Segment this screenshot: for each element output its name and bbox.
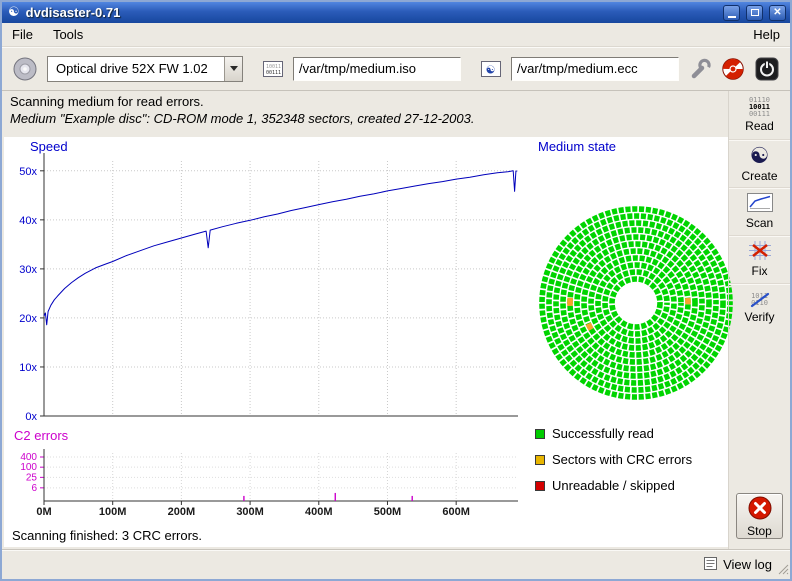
legend-swatch (535, 481, 545, 491)
menu-file[interactable]: File (12, 27, 33, 42)
close-button[interactable]: ✕ (769, 5, 786, 21)
content-area: Scanning medium for read errors. Medium … (2, 91, 790, 549)
menu-tools[interactable]: Tools (53, 27, 83, 42)
svg-text:50x: 50x (19, 166, 37, 178)
drive-selector-dropdown-button[interactable] (224, 57, 242, 81)
fix-stitch-icon (749, 241, 771, 263)
legend-label: Successfully read (552, 426, 654, 441)
svg-text:200M: 200M (168, 506, 196, 518)
ecc-file-icon: ☯ (480, 58, 502, 80)
ecc-file-input[interactable] (511, 57, 679, 81)
verify-button[interactable]: 1011 0110 Verify (729, 283, 790, 331)
verify-button-label: Verify (744, 310, 774, 324)
app-logo-yinyang-icon: ☯ (8, 6, 20, 19)
read-button-label: Read (745, 119, 774, 133)
svg-text:100: 100 (20, 462, 37, 473)
fix-button-label: Fix (752, 264, 768, 278)
disc-svg (534, 201, 738, 405)
ecc-lifebuoy-disc-button[interactable] (721, 57, 745, 81)
view-log-button[interactable]: View log (723, 557, 772, 572)
create-button-label: Create (741, 169, 777, 183)
c2-chart-title: C2 errors (14, 428, 68, 443)
svg-text:300M: 300M (236, 506, 264, 518)
statusbar: View log (2, 549, 790, 579)
app-window: ☯ dvdisaster-0.71 ✕ File Tools Help Opti… (0, 0, 792, 581)
chevron-down-icon (230, 66, 238, 71)
drive-selector[interactable]: Optical drive 52X FW 1.02 (47, 56, 243, 82)
scan-icon (747, 193, 773, 215)
verify-icon: 1011 0110 (749, 291, 771, 309)
drawing-canvas: 0M 100M 200M 300M 400M 500M 600M 0x 10x 20x 30x 40x… (4, 137, 728, 547)
read-button[interactable]: 01110 10011 00111 Read (729, 91, 790, 139)
legend-item-unreadable: Unreadable / skipped (535, 478, 692, 493)
legend-item-crc: Sectors with CRC errors (535, 452, 692, 467)
svg-text:30x: 30x (19, 264, 37, 276)
resize-grip[interactable] (776, 562, 789, 578)
svg-text:10x: 10x (19, 362, 37, 374)
view-log-icon (704, 557, 717, 573)
maximize-button[interactable] (746, 5, 763, 21)
svg-text:400: 400 (20, 452, 37, 463)
create-yinyang-icon: ☯ (750, 145, 770, 168)
svg-text:25: 25 (26, 472, 38, 483)
svg-text:20x: 20x (19, 313, 37, 325)
menubar: File Tools Help (2, 23, 790, 47)
create-button[interactable]: ☯ Create (729, 139, 790, 187)
fix-button[interactable]: Fix (729, 235, 790, 283)
status-line-2: Medium "Example disc": CD-ROM mode 1, 35… (10, 111, 474, 126)
maximize-icon (751, 9, 759, 16)
svg-text:0x: 0x (25, 411, 37, 423)
minimize-icon (728, 16, 736, 18)
titlebar: ☯ dvdisaster-0.71 ✕ (2, 2, 790, 23)
image-file-input[interactable] (293, 57, 461, 81)
svg-text:400M: 400M (305, 506, 333, 518)
medium-state-title: Medium state (538, 139, 616, 154)
quit-power-button[interactable] (754, 56, 780, 82)
menu-help[interactable]: Help (753, 27, 780, 42)
stop-button[interactable]: Stop (736, 493, 783, 539)
medium-state-legend: Successfully read Sectors with CRC error… (535, 426, 692, 493)
preferences-wrench-button[interactable] (688, 57, 712, 81)
svg-text:500M: 500M (374, 506, 402, 518)
svg-text:0M: 0M (36, 506, 51, 518)
toolbar: Optical drive 52X FW 1.02 10011 00111 ☯ (2, 47, 790, 91)
scan-button-label: Scan (746, 216, 773, 230)
svg-text:40x: 40x (19, 215, 37, 227)
legend-swatch (535, 455, 545, 465)
svg-text:6: 6 (31, 483, 37, 494)
close-icon: ✕ (773, 8, 781, 18)
svg-text:600M: 600M (442, 506, 470, 518)
read-icon: 01110 10011 00111 (749, 97, 770, 118)
scan-result-text: Scanning finished: 3 CRC errors. (12, 528, 202, 543)
legend-label: Unreadable / skipped (552, 478, 675, 493)
status-line-1: Scanning medium for read errors. (10, 94, 204, 109)
legend-label: Sectors with CRC errors (552, 452, 692, 467)
action-sidebar: 01110 10011 00111 Read ☯ Create (728, 91, 790, 549)
minimize-button[interactable] (723, 5, 740, 21)
image-file-icon: 10011 00111 (262, 58, 284, 80)
stop-icon (747, 495, 773, 524)
legend-item-success: Successfully read (535, 426, 692, 441)
speed-chart-title: Speed (30, 139, 68, 154)
scan-button[interactable]: Scan (729, 187, 790, 235)
svg-text:☯: ☯ (486, 63, 496, 76)
cd-drive-icon (12, 56, 38, 82)
window-title: dvdisaster-0.71 (26, 5, 121, 20)
drive-selector-value: Optical drive 52X FW 1.02 (48, 57, 224, 81)
svg-text:100M: 100M (99, 506, 127, 518)
legend-swatch (535, 429, 545, 439)
svg-text:00111: 00111 (266, 70, 281, 76)
stop-button-label: Stop (747, 524, 772, 538)
